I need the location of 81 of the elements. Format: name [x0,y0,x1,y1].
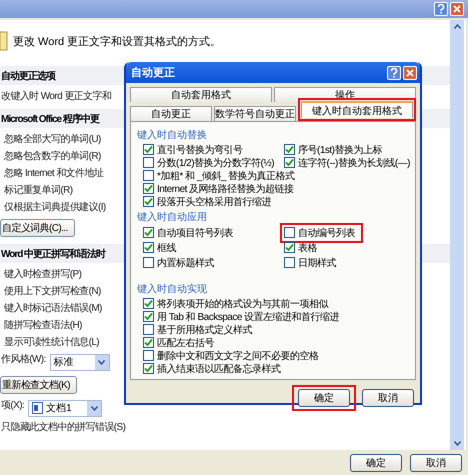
checkbox-label: 直引号替换为弯引号 [157,144,242,156]
option-label: 随拼写检查语法(H) [3,318,82,333]
caret-icon [98,360,106,364]
option-label: 键入时检查拼写(P) [3,268,82,282]
description-text: 改键入时 Word 更正文字和 [0,90,112,104]
checkbox-label: 框线 [157,242,176,254]
intro-text: 更改 Word 更正文字和设置其格式的方式。 [13,34,222,48]
close-button[interactable] [450,2,464,16]
option-label: 显示可读性统计信息(L) [3,336,100,350]
checkbox[interactable] [284,144,295,155]
checkbox[interactable] [143,183,154,194]
close-icon [453,5,461,13]
checkbox-label: *加粗* 和 _倾斜_ 替换为真正格式 [157,170,295,182]
checkbox[interactable] [143,170,154,181]
scrollbar[interactable] [450,20,464,450]
checkbox[interactable] [284,227,295,238]
checkbox[interactable] [284,157,295,168]
tab[interactable]: 自动更正 [130,106,212,121]
option-label: 标记重复单词(R) [3,184,72,198]
dropdown[interactable]: 文档1 [28,400,102,416]
close-button[interactable] [403,66,417,80]
checkbox[interactable] [143,324,154,335]
dialog-button[interactable]: 取消 [410,454,462,472]
tab[interactable]: 数学符号自动更正 [214,106,296,121]
checkbox[interactable] [143,196,154,207]
checkbox[interactable] [143,311,154,322]
dialog-button[interactable]: 确定 [350,454,402,472]
checkbox-label: 自动编号列表 [298,226,355,240]
question-icon [437,4,445,14]
checkbox[interactable] [143,144,154,155]
checkbox-label: 删除中文和西文文字之间不必要的空格 [157,350,318,362]
checkbox-label: 用 Tab 和 Backspace 设置左缩进和首行缩进 [157,310,340,324]
help-button[interactable] [387,66,401,80]
help-button[interactable] [434,2,448,16]
option-label: 仅根据主词典提供建议(I) [3,200,106,215]
action-button[interactable]: 自定义词典(C)... [0,219,75,237]
close-icon [406,68,414,76]
caret-icon [454,441,460,446]
group-title: 键入时自动应用 [137,210,208,225]
document-icon [0,30,8,52]
checkbox-label: 自动项目符号列表 [157,226,233,240]
option-label: 键入时标记语法错误(M) [3,302,102,316]
description-text: 只隐藏此文档中的拼写错误(S) [0,420,126,435]
checkbox-label: 序号(1st)替换为上标 [298,144,382,156]
field-label: 作风格(W): [0,352,46,367]
tab[interactable]: 自动套用格式 [130,87,272,102]
action-button[interactable]: 重新检查文档(K) [0,376,77,394]
checkbox[interactable] [284,257,295,268]
dialog-title: 自动更正 [131,66,175,80]
checkbox-label: 段落开头空格采用首行缩进 [157,196,271,208]
caret-icon [90,406,98,410]
checkbox[interactable] [143,157,154,168]
dialog-button[interactable]: 确定 [298,389,350,407]
checkbox[interactable] [143,227,154,238]
field-label: 项(X): [0,399,24,413]
checkbox[interactable] [143,242,154,253]
dialog-button[interactable]: 取消 [362,389,414,407]
checkbox[interactable] [284,242,295,253]
checkbox[interactable] [143,298,154,309]
checkbox-label: 插入结束语以匹配备忘录样式 [157,362,280,376]
option-label: 使用上下文拼写检查(N) [3,284,101,299]
checkbox-label: 将列表项开始的格式设为与其前一项相似 [157,298,328,310]
option-label: 忽略包含数字的单词(R) [3,150,101,164]
option-label: 忽略 Internet 和文件地址 [3,166,104,181]
checkbox[interactable] [143,363,154,374]
checkbox-label: 基于所用格式定义样式 [157,324,252,336]
checkbox-label: Internet 及网络路径替换为超链接 [157,182,294,196]
question-icon [390,68,398,78]
dropdown[interactable]: 标准 [50,354,110,370]
tab[interactable]: 键入时自动套用格式 [301,101,413,118]
checkbox-label: 连字符(--)替换为长划线(—) [298,156,410,170]
checkbox[interactable] [143,350,154,361]
option-label: 忽略全部大写的单词(U) [3,132,101,147]
group-title: 键入时自动实现 [137,282,208,297]
group-title: 键入时自动替换 [137,128,208,143]
checkbox-label: 表格 [298,242,317,254]
checkbox[interactable] [143,257,154,268]
document-icon [32,402,44,414]
checkbox-label: 匹配左右括号 [157,336,214,350]
checkbox-label: 分数(1/2)替换为分数字符(½) [157,156,274,170]
checkbox[interactable] [143,337,154,348]
